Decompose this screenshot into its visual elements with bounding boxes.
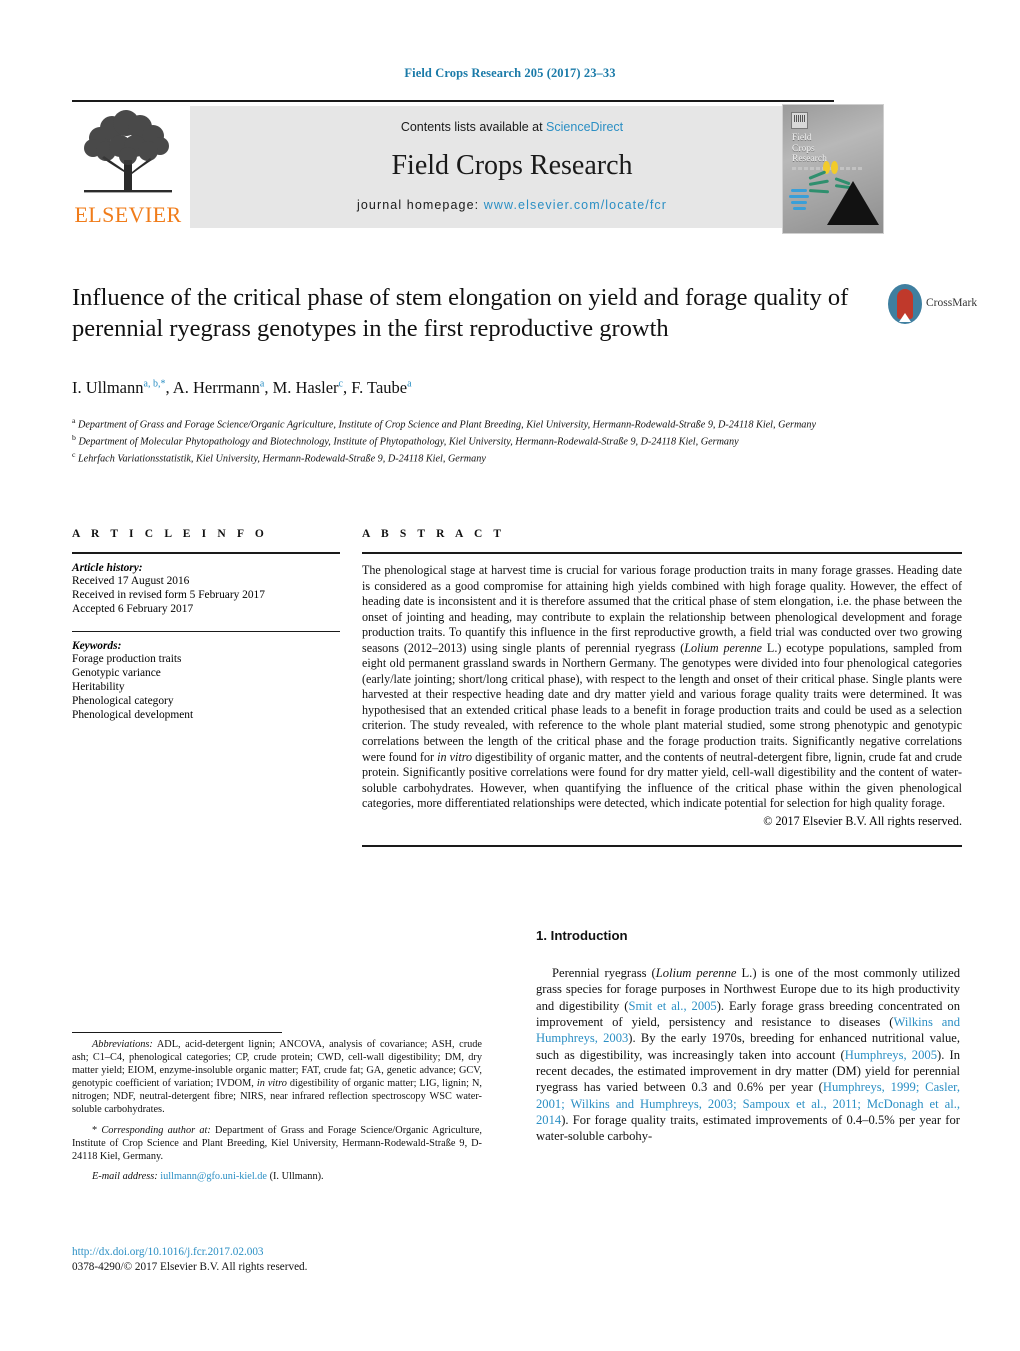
journal-homepage-link[interactable]: www.elsevier.com/locate/fcr xyxy=(484,198,667,212)
article-history-item: Accepted 6 February 2017 xyxy=(72,603,194,616)
affiliation-text: Department of Grass and Forage Science/O… xyxy=(78,419,817,431)
cover-title-line-1: Field xyxy=(792,133,812,143)
affiliation-marker: a xyxy=(72,416,76,425)
journal-homepage-line: journal homepage: www.elsevier.com/locat… xyxy=(190,198,834,212)
article-info-separator xyxy=(72,630,340,632)
journal-header-grey-panel: Contents lists available at ScienceDirec… xyxy=(190,106,834,228)
journal-cover-thumbnail: Field Crops Research xyxy=(782,104,884,234)
article-info-heading: A R T I C L E I N F O xyxy=(72,528,268,540)
email-link[interactable]: iullmann@gfo.uni-kiel.de xyxy=(160,1171,267,1182)
contents-lists-line: Contents lists available at ScienceDirec… xyxy=(190,120,834,134)
cover-wave-icon xyxy=(793,207,806,210)
elsevier-logo: ELSEVIER xyxy=(72,106,184,232)
keyword-item: Heritability xyxy=(72,681,125,694)
affiliation-marker: b xyxy=(72,432,76,442)
abstract-copyright: © 2017 Elsevier B.V. All rights reserved… xyxy=(763,813,962,828)
cover-wave-icon xyxy=(791,201,807,204)
abstract-bottom-rule xyxy=(362,844,962,847)
cover-wave-icon xyxy=(789,195,809,198)
title-block: Influence of the critical phase of stem … xyxy=(72,282,862,344)
email-note: E-mail address: iullmann@gfo.uni-kiel.de… xyxy=(72,1170,482,1183)
contents-prefix-text: Contents lists available at xyxy=(400,120,547,134)
issn-copyright-line: 0378-4290/© 2017 Elsevier B.V. All right… xyxy=(72,1260,308,1273)
article-history-heading: Article history: xyxy=(72,562,143,574)
crossmark-badge-group[interactable]: CrossMark xyxy=(888,284,977,328)
cover-title-text: Field Crops Research xyxy=(792,133,827,165)
author-list: I. Ullmanna, b,*, A. Herrmanna, M. Hasle… xyxy=(72,378,412,397)
keyword-item: Genotypic variance xyxy=(72,666,161,679)
abstract-heading: A B S T R A C T xyxy=(362,528,506,540)
abstract-text: The phenological stage at harvest time i… xyxy=(362,563,962,811)
introduction-heading: 1. Introduction xyxy=(536,928,628,943)
article-info-rule xyxy=(72,552,340,554)
affiliation-list: a Department of Grass and Forage Science… xyxy=(72,415,932,466)
cover-triangle-icon xyxy=(827,181,879,225)
abstract-column: A B S T R A C T The phenological stage a… xyxy=(362,528,962,847)
affiliation-text: Department of Molecular Phytopathology a… xyxy=(78,436,739,448)
elsevier-wordmark: ELSEVIER xyxy=(74,202,182,227)
crossmark-icon xyxy=(888,284,922,324)
doi-block: http://dx.doi.org/10.1016/j.fcr.2017.02.… xyxy=(72,1245,482,1274)
cover-title-line-2: Crops xyxy=(792,143,815,154)
keywords-heading: Keywords: xyxy=(72,639,122,652)
journal-header-band: ELSEVIER Contents lists available at Sci… xyxy=(72,102,834,232)
article-history-item: Received 17 August 2016 xyxy=(72,575,190,587)
keyword-item: Forage production traits xyxy=(72,652,182,665)
cover-wave-icon xyxy=(791,189,807,192)
email-owner: (I. Ullmann). xyxy=(269,1170,324,1182)
cover-leaf-icon xyxy=(808,179,829,186)
introduction-section: 1. Introduction Perennial ryegrass (Loli… xyxy=(536,928,960,1145)
doi-link[interactable]: http://dx.doi.org/10.1016/j.fcr.2017.02.… xyxy=(72,1245,482,1260)
homepage-prefix-text: journal homepage: xyxy=(356,198,484,212)
page-title: Influence of the critical phase of stem … xyxy=(72,284,849,342)
article-info-column: A R T I C L E I N F O Article history: R… xyxy=(72,528,340,723)
cover-leaf-icon xyxy=(808,170,827,180)
crossmark-label: CrossMark xyxy=(926,297,978,309)
affiliation-item: b Department of Molecular Phytopathology… xyxy=(72,432,932,449)
email-label: E-mail address: xyxy=(92,1170,158,1182)
keyword-item: Phenological development xyxy=(72,709,194,722)
affiliation-marker: c xyxy=(72,449,76,459)
cover-title-line-3: Research xyxy=(792,154,827,164)
running-head-citation: Field Crops Research 205 (2017) 23–33 xyxy=(404,66,616,80)
cover-barcode-icon xyxy=(791,112,808,129)
abstract-rule xyxy=(362,552,962,554)
abbreviations-note: Abbreviations: ADL, acid-detergent ligni… xyxy=(72,1039,483,1116)
affiliation-text: Lehrfach Variationsstatistik, Kiel Unive… xyxy=(78,453,486,465)
corresponding-author-note: * Corresponding author at: Department of… xyxy=(72,1124,482,1162)
journal-title: Field Crops Research xyxy=(391,150,633,181)
affiliation-item: c Lehrfach Variationsstatistik, Kiel Uni… xyxy=(72,449,932,466)
keyword-item: Phenological category xyxy=(72,695,174,708)
footnote-separator-rule xyxy=(72,1032,282,1033)
article-history-item: Received in revised form 5 February 2017 xyxy=(72,589,265,602)
elsevier-tree-icon xyxy=(84,110,172,193)
affiliation-item: a Department of Grass and Forage Science… xyxy=(72,415,932,432)
footnote-block: Abbreviations: ADL, acid-detergent ligni… xyxy=(72,1038,482,1190)
sciencedirect-link[interactable]: ScienceDirect xyxy=(546,120,623,134)
introduction-paragraph: Perennial ryegrass (Lolium perenne L.) i… xyxy=(536,966,961,1144)
article-first-page: Field Crops Research 205 (2017) 23–33 EL… xyxy=(0,0,1020,1351)
